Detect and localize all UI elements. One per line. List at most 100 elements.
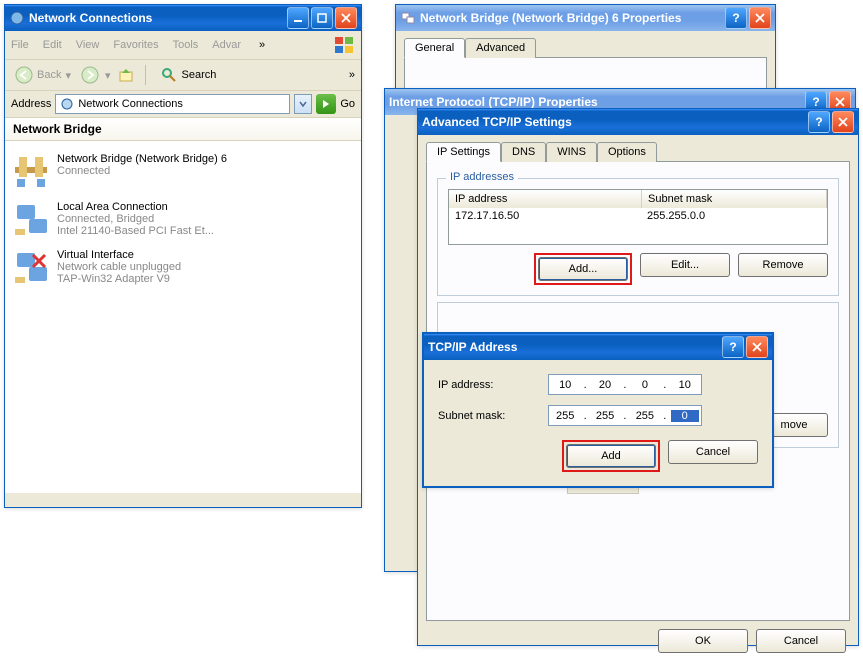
toolbar: Back ▾ ▾ Search » [5,60,361,91]
dlg-cancel-button[interactable]: Cancel [668,440,758,464]
tcpip-address-dialog: TCP/IP Address ? IP address: 10. 20. 0. … [422,332,774,488]
lan-icon [13,201,49,237]
connection-item-lan[interactable]: Local Area Connection Connected, Bridged… [9,195,357,243]
ip-row[interactable]: 172.17.16.50 255.255.0.0 [449,208,827,224]
add-highlight: Add [562,440,660,472]
network-icon [60,97,74,111]
dropdown-icon: ▾ [65,69,71,82]
address-dropdown[interactable] [294,94,312,114]
col-ip[interactable]: IP address [449,190,642,208]
menu-favorites[interactable]: Favorites [113,39,158,51]
address-value: Network Connections [78,98,183,110]
item-status: Connected [57,165,227,177]
menubar[interactable]: File Edit View Favorites Tools Advar » [5,31,361,60]
ip-addresses-group: IP addresses IP address Subnet mask 172.… [437,178,839,296]
help-button[interactable]: ? [722,336,744,358]
forward-button[interactable] [81,66,99,84]
ip-list[interactable]: IP address Subnet mask 172.17.16.50 255.… [448,189,828,245]
menu-view[interactable]: View [76,39,100,51]
bridge-icon [13,153,49,189]
connection-item-virtual[interactable]: Virtual Interface Network cable unplugge… [9,243,357,291]
menu-file[interactable]: File [11,39,29,51]
ip-oct-2[interactable]: 20 [591,379,619,391]
mask-oct-2[interactable]: 255 [591,410,619,422]
adv-titlebar[interactable]: Advanced TCP/IP Settings ? [418,109,858,135]
tab-ip-settings[interactable]: IP Settings [426,142,501,162]
remove-label-peek: move [781,419,808,431]
cell-ip: 172.17.16.50 [449,208,641,224]
add-highlight: Add... [534,253,632,285]
edit-ip-button[interactable]: Edit... [640,253,730,277]
tab-dns[interactable]: DNS [501,142,546,162]
mask-oct-1[interactable]: 255 [551,410,579,422]
section-header: Network Bridge [5,118,361,141]
virtual-icon [13,249,49,285]
back-icon [15,66,33,84]
item-title: Network Bridge (Network Bridge) 6 [57,153,227,165]
menu-advanced[interactable]: Advar [212,39,241,51]
tab-options[interactable]: Options [597,142,657,162]
windows-logo-icon [333,34,355,56]
help-button[interactable]: ? [808,111,830,133]
dlg-title: TCP/IP Address [428,340,517,354]
props-tabs: General Advanced [396,31,775,57]
cancel-button[interactable]: Cancel [756,629,846,653]
address-label: Address [11,98,51,110]
ok-button[interactable]: OK [658,629,748,653]
dropdown-icon: ▾ [105,69,111,82]
close-button[interactable] [335,7,357,29]
back-label: Back [37,69,61,81]
remove-ip-button[interactable]: Remove [738,253,828,277]
computers-icon [400,10,416,26]
item-title: Local Area Connection [57,201,214,213]
dlg-add-button[interactable]: Add [566,444,656,468]
toolbar-divider [145,65,146,85]
minimize-button[interactable] [287,7,309,29]
menu-tools[interactable]: Tools [173,39,199,51]
back-button[interactable]: Back ▾ [11,64,75,86]
maximize-button[interactable] [311,7,333,29]
ip-address-input[interactable]: 10. 20. 0. 10 [548,374,702,395]
network-icon [9,10,25,26]
item-status: Connected, Bridged [57,213,214,225]
close-button[interactable] [832,111,854,133]
adv-tabs: IP Settings DNS WINS Options [418,135,858,161]
tab-wins[interactable]: WINS [546,142,597,162]
search-icon [160,66,178,84]
go-button[interactable] [316,94,336,114]
close-button[interactable] [746,336,768,358]
ip-oct-4[interactable]: 10 [671,379,699,391]
ipp-title: Internet Protocol (TCP/IP) Properties [389,95,598,109]
nc-title-text: Network Connections [29,11,152,25]
ip-oct-3[interactable]: 0 [631,379,659,391]
props-titlebar[interactable]: Network Bridge (Network Bridge) 6 Proper… [396,5,775,31]
mask-oct-3[interactable]: 255 [631,410,659,422]
adv-title: Advanced TCP/IP Settings [422,115,572,129]
item-title: Virtual Interface [57,249,181,261]
item-detail: Intel 21140-Based PCI Fast Et... [57,225,214,237]
help-button[interactable]: ? [725,7,747,29]
tab-general[interactable]: General [404,38,465,58]
mask-oct-4[interactable]: 0 [671,410,699,422]
menu-edit[interactable]: Edit [43,39,62,51]
subnet-mask-input[interactable]: 255. 255. 255. 0 [548,405,702,426]
connection-item-bridge[interactable]: Network Bridge (Network Bridge) 6 Connec… [9,147,357,195]
dlg-body: IP address: 10. 20. 0. 10 Subnet mask: 2… [424,360,772,486]
address-input[interactable]: Network Connections [55,94,290,114]
dlg-titlebar[interactable]: TCP/IP Address ? [424,334,772,360]
close-button[interactable] [749,7,771,29]
nc-titlebar[interactable]: Network Connections [5,5,361,31]
addressbar: Address Network Connections Go [5,91,361,118]
toolbar-more[interactable]: » [349,69,355,81]
subnet-mask-label: Subnet mask: [438,410,548,422]
col-mask[interactable]: Subnet mask [642,190,827,208]
network-connections-window: Network Connections File Edit View Favor… [4,4,362,508]
connections-list: Network Bridge (Network Bridge) 6 Connec… [5,141,361,493]
search-button[interactable]: Search [156,64,221,86]
item-detail: TAP-Win32 Adapter V9 [57,273,181,285]
up-button[interactable] [117,66,135,84]
tab-advanced[interactable]: Advanced [465,38,536,58]
menu-more[interactable]: » [259,39,265,51]
ip-oct-1[interactable]: 10 [551,379,579,391]
add-ip-button[interactable]: Add... [538,257,628,281]
